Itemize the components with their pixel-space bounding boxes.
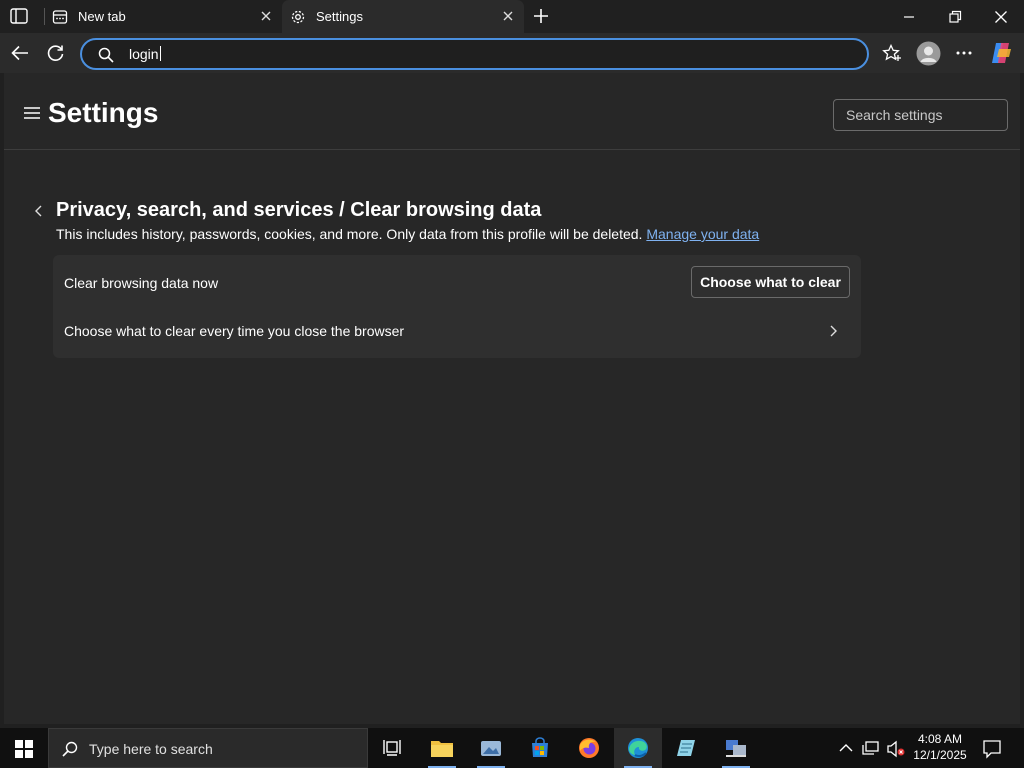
browser-toolbar: login <box>0 33 1024 73</box>
clear-data-card: Clear browsing data now Choose what to c… <box>53 255 861 358</box>
breadcrumb: Privacy, search, and services / Clear br… <box>56 199 542 221</box>
tab-label: Settings <box>316 9 363 24</box>
address-input[interactable]: login <box>129 46 161 62</box>
restore-icon[interactable] <box>946 8 964 26</box>
tab-strip: New tab Settings <box>0 0 1024 33</box>
address-bar[interactable]: login <box>80 38 869 70</box>
network-app-icon[interactable] <box>712 728 760 768</box>
file-explorer-icon[interactable] <box>418 728 466 768</box>
menu-hamburger-icon[interactable] <box>24 106 40 120</box>
notifications-icon[interactable] <box>982 739 1002 759</box>
manage-your-data-link[interactable]: Manage your data <box>646 226 759 242</box>
new-tab-plus-icon[interactable] <box>532 7 550 25</box>
clear-now-label: Clear browsing data now <box>64 275 219 291</box>
clear-on-close-label: Choose what to clear every time you clos… <box>64 323 405 339</box>
taskbar-search-placeholder: Type here to search <box>89 741 213 757</box>
firefox-icon[interactable] <box>565 728 613 768</box>
edge-browser-icon[interactable] <box>614 728 662 768</box>
system-clock[interactable]: 4:08 AM 12/1/2025 <box>908 731 972 763</box>
section-description: This includes history, passwords, cookie… <box>56 226 759 242</box>
text-caret <box>159 46 161 61</box>
photos-app-icon[interactable] <box>467 728 515 768</box>
minimize-icon[interactable] <box>900 8 918 26</box>
tab-new-tab[interactable]: New tab <box>44 0 282 33</box>
notepad-app-icon[interactable] <box>663 728 711 768</box>
microsoft-store-icon[interactable] <box>516 728 564 768</box>
gear-icon <box>290 9 306 25</box>
clock-time: 4:08 AM <box>917 732 963 746</box>
refresh-icon[interactable] <box>46 44 66 62</box>
close-window-icon[interactable] <box>992 8 1010 26</box>
settings-header: Settings Search settings <box>4 73 1020 150</box>
tab-actions-icon[interactable] <box>10 8 28 24</box>
chevron-right-icon <box>828 324 838 338</box>
page-title: Settings <box>48 97 159 128</box>
profile-avatar[interactable] <box>916 41 941 66</box>
description-text: This includes history, passwords, cookie… <box>56 226 643 242</box>
more-options-icon[interactable] <box>954 44 974 62</box>
choose-what-to-clear-button[interactable]: Choose what to clear <box>691 266 850 298</box>
close-tab-icon[interactable] <box>258 8 274 24</box>
tab-label: New tab <box>78 9 126 24</box>
network-status-icon[interactable] <box>862 740 880 756</box>
close-tab-icon[interactable] <box>500 8 516 24</box>
volume-muted-icon[interactable] <box>886 740 906 758</box>
back-arrow-icon[interactable] <box>10 44 30 62</box>
favorites-star-icon[interactable] <box>882 44 902 63</box>
settings-page: Settings Search settings Privacy, search… <box>4 73 1020 724</box>
windows-start-icon[interactable] <box>15 740 33 758</box>
chevron-up-icon[interactable] <box>838 741 854 755</box>
taskbar: Type here to search 4:08 AM 12/1/2025 <box>0 728 1024 768</box>
search-settings-placeholder: Search settings <box>846 107 943 123</box>
taskbar-search-box[interactable]: Type here to search <box>48 728 368 768</box>
search-icon <box>61 740 79 758</box>
new-tab-page-icon <box>52 9 68 25</box>
search-icon <box>97 46 115 64</box>
task-view-icon[interactable] <box>368 728 416 768</box>
back-chevron-icon[interactable] <box>34 204 44 218</box>
clock-date: 12/1/2025 <box>913 748 967 762</box>
tab-settings[interactable]: Settings <box>282 0 524 33</box>
copilot-icon[interactable] <box>989 41 1013 65</box>
search-settings-input[interactable]: Search settings <box>833 99 1008 131</box>
